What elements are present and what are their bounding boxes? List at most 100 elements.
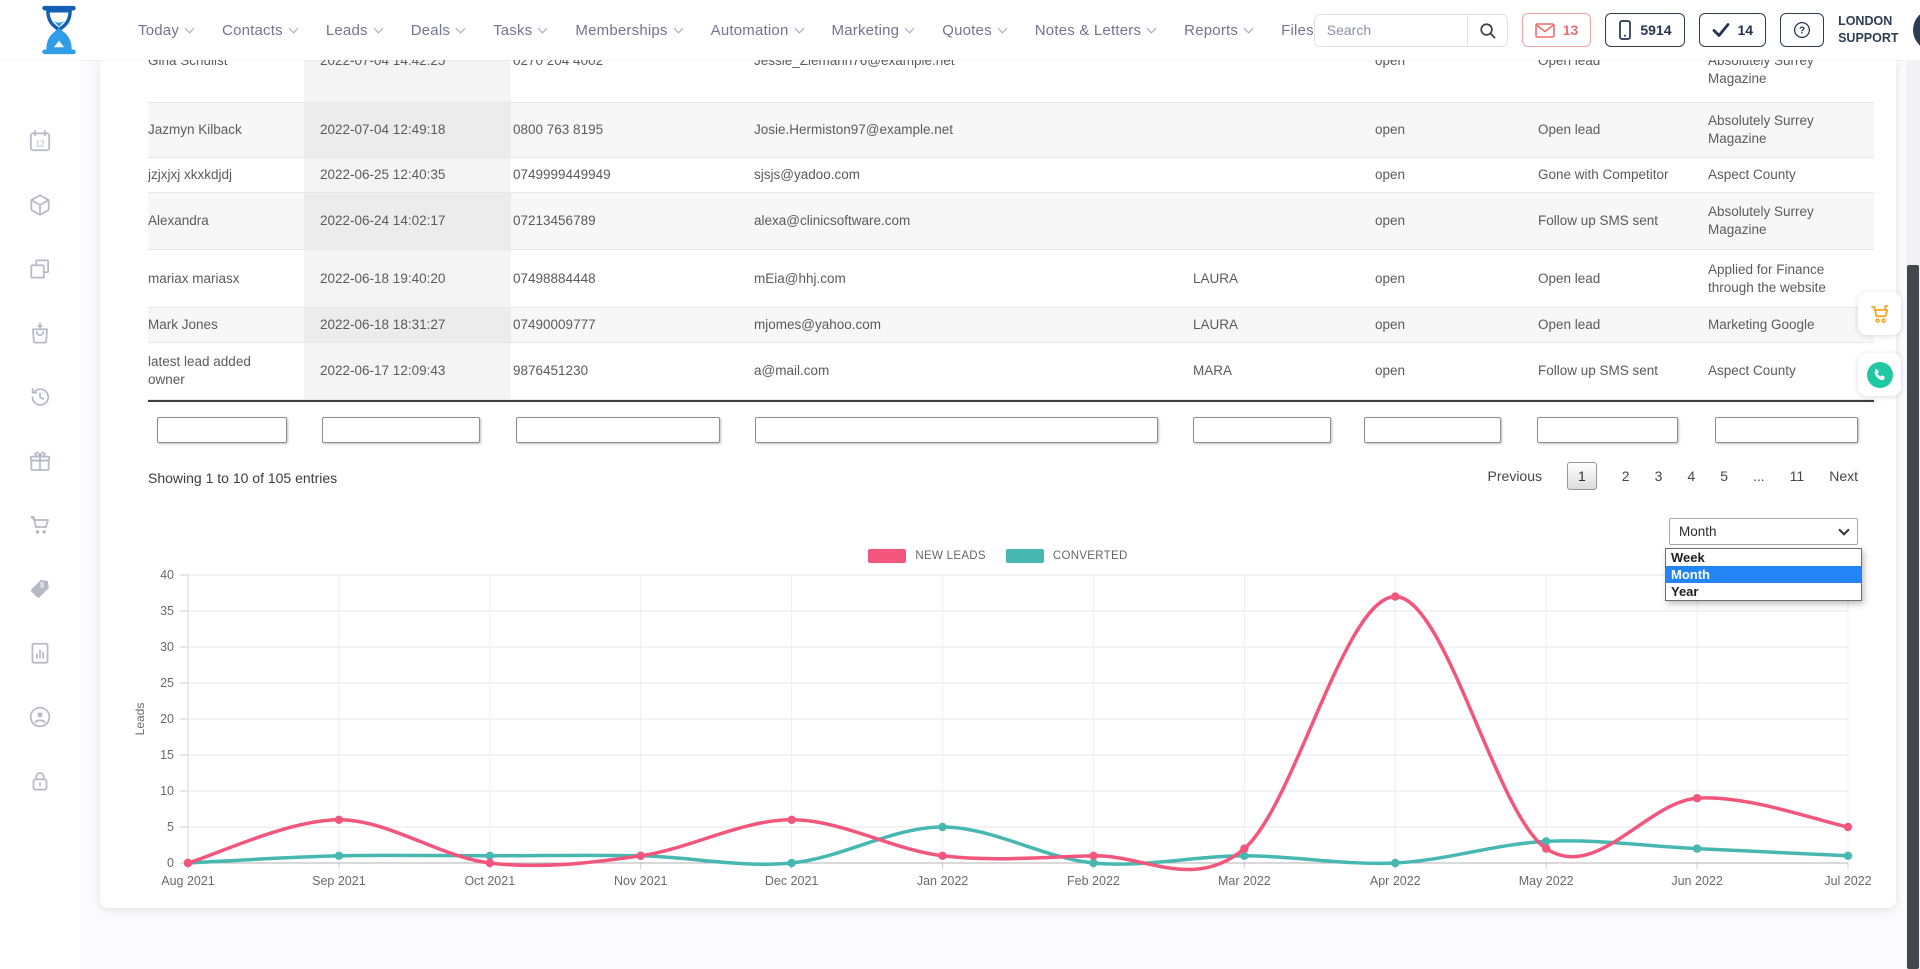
- menu-item-tasks[interactable]: Tasks: [493, 22, 546, 39]
- menu-item-today[interactable]: Today: [138, 22, 193, 39]
- chevron-down-icon: [673, 24, 683, 34]
- table-row[interactable]: latest lead added owner2022-06-17 12:09:…: [148, 343, 1874, 400]
- pagination: Previous 1 2 3 4 5... 11 Next: [1488, 462, 1858, 490]
- dropdown-option-month[interactable]: Month: [1666, 566, 1861, 583]
- messages-badge[interactable]: 13: [1522, 13, 1592, 47]
- account-name: LONDON SUPPORT: [1838, 13, 1898, 47]
- price-tag-icon[interactable]: $: [27, 576, 53, 602]
- pagination-ellipsis[interactable]: ...: [1753, 468, 1765, 484]
- search-button[interactable]: [1467, 15, 1507, 46]
- search-input[interactable]: [1315, 15, 1467, 46]
- avatar[interactable]: [1913, 9, 1920, 51]
- table-row[interactable]: mariax mariasx2022-06-18 19:40:200749888…: [148, 250, 1874, 308]
- legend-item-converted: CONVERTED: [1006, 549, 1128, 563]
- column-filter-input-4[interactable]: [755, 417, 1158, 443]
- svg-text:Sep 2021: Sep 2021: [312, 874, 366, 888]
- menu-item-notes-letters[interactable]: Notes & Letters: [1035, 22, 1155, 39]
- table-cell-name: latest lead added owner: [148, 353, 304, 389]
- tasks-badge[interactable]: 14: [1699, 13, 1767, 47]
- pagination-page-1[interactable]: 1: [1567, 462, 1597, 490]
- pagination-page-2[interactable]: 2: [1622, 468, 1630, 484]
- menu-item-label: Reports: [1184, 22, 1238, 39]
- history-icon[interactable]: [27, 384, 53, 410]
- menu-item-deals[interactable]: Deals: [411, 22, 464, 39]
- chart-period-dropdown: WeekMonthYear: [1665, 548, 1862, 601]
- table-row[interactable]: Gina Schulist2022-07-04 14:42:250270 204…: [148, 60, 1874, 103]
- table-cell-lead_status: Open lead: [1534, 316, 1705, 334]
- lock-icon[interactable]: [27, 768, 53, 794]
- table-row[interactable]: Mark Jones2022-06-18 18:31:2707490009777…: [148, 308, 1874, 343]
- sms-badge[interactable]: 5914: [1605, 13, 1684, 47]
- menu-item-memberships[interactable]: Memberships: [575, 22, 681, 39]
- svg-text:15: 15: [160, 748, 174, 762]
- pagination-page-5[interactable]: 5: [1720, 468, 1728, 484]
- nav-right-cluster: 13 5914 14 ? LONDON SUPPORT: [1314, 9, 1920, 51]
- gift-icon[interactable]: [27, 448, 53, 474]
- menu-item-files[interactable]: Files: [1281, 22, 1314, 39]
- chevron-down-icon: [905, 24, 915, 34]
- chevron-down-icon: [1244, 24, 1254, 34]
- menu-item-marketing[interactable]: Marketing: [832, 22, 914, 39]
- table-cell-email: mjomes@yahoo.com: [751, 316, 1166, 334]
- report-icon[interactable]: [27, 640, 53, 666]
- menu-item-quotes[interactable]: Quotes: [942, 22, 1006, 39]
- main-menu: Today Contacts Leads Deals Tasks Memberships A…: [138, 22, 1314, 39]
- table-cell-created: 2022-06-18 19:40:20: [304, 250, 511, 307]
- table-cell-email: a@mail.com: [751, 362, 1166, 380]
- cart-floating-button[interactable]: [1858, 292, 1901, 335]
- table-row[interactable]: Jazmyn Kilback2022-07-04 12:49:180800 76…: [148, 103, 1874, 158]
- legend-label: NEW LEADS: [915, 550, 985, 562]
- column-filter-input-6[interactable]: [1364, 417, 1501, 443]
- menu-item-label: Marketing: [832, 22, 900, 39]
- dropdown-option-week[interactable]: Week: [1666, 549, 1861, 566]
- menu-item-label: Files: [1281, 22, 1314, 39]
- table-cell-source: Absolutely Surrey Magazine: [1705, 60, 1874, 88]
- shopping-bag-icon[interactable]: [27, 320, 53, 346]
- table-cell-owner: LAURA: [1166, 316, 1341, 334]
- pagination-page-4[interactable]: 4: [1687, 468, 1695, 484]
- svg-text:Jun 2022: Jun 2022: [1671, 874, 1722, 888]
- app-logo-icon[interactable]: [36, 3, 82, 57]
- table-cell-lead_status: Gone with Competitor: [1534, 166, 1705, 184]
- calendar-icon[interactable]: 12: [27, 128, 53, 154]
- svg-text:Nov 2021: Nov 2021: [614, 874, 668, 888]
- table-cell-source: Marketing Google: [1705, 316, 1874, 334]
- table-cell-phone: 07213456789: [511, 212, 751, 230]
- package-icon[interactable]: [27, 192, 53, 218]
- svg-text:Apr 2022: Apr 2022: [1370, 874, 1421, 888]
- table-cell-status: open: [1341, 270, 1534, 288]
- table-cell-lead_status: Open lead: [1534, 121, 1705, 139]
- menu-item-contacts[interactable]: Contacts: [222, 22, 297, 39]
- dropdown-option-year[interactable]: Year: [1666, 583, 1861, 600]
- top-navigation: Today Contacts Leads Deals Tasks Memberships A…: [0, 0, 1920, 60]
- copy-icon[interactable]: [27, 256, 53, 282]
- column-filter-input-5[interactable]: [1193, 417, 1331, 443]
- chart-legend: NEW LEADS CONVERTED: [100, 549, 1896, 563]
- column-filter-input-2[interactable]: [322, 417, 480, 443]
- table-row[interactable]: jzjxjxj xkxkdjdj2022-06-25 12:40:3507499…: [148, 158, 1874, 193]
- account-circle-icon[interactable]: [27, 704, 53, 730]
- menu-item-leads[interactable]: Leads: [326, 22, 382, 39]
- menu-item-reports[interactable]: Reports: [1184, 22, 1252, 39]
- column-filter-input-3[interactable]: [516, 417, 720, 443]
- table-cell-created: 2022-06-25 12:40:35: [304, 158, 511, 192]
- phone-floating-button[interactable]: [1858, 353, 1901, 396]
- help-button[interactable]: ?: [1780, 13, 1824, 47]
- chevron-down-icon: [997, 24, 1007, 34]
- scrollbar-thumb[interactable]: [1907, 265, 1919, 969]
- table-row[interactable]: Alexandra2022-06-24 14:02:1707213456789a…: [148, 193, 1874, 250]
- table-cell-phone: 0270 204 4002: [511, 60, 751, 70]
- pagination-page-11[interactable]: 11: [1790, 468, 1805, 484]
- column-filter-input-7[interactable]: [1537, 417, 1678, 443]
- svg-text:30: 30: [160, 640, 174, 654]
- column-filter-input-8[interactable]: [1715, 417, 1858, 443]
- menu-item-automation[interactable]: Automation: [711, 22, 803, 39]
- pagination-previous[interactable]: Previous: [1488, 468, 1542, 484]
- table-cell-created: 2022-07-04 14:42:25: [304, 60, 511, 102]
- table-cell-lead_status: Open lead: [1534, 60, 1705, 70]
- cart-icon[interactable]: [27, 512, 53, 538]
- sms-count: 5914: [1640, 22, 1671, 38]
- pagination-page-3[interactable]: 3: [1655, 468, 1663, 484]
- column-filter-input-1[interactable]: [157, 417, 287, 443]
- pagination-next[interactable]: Next: [1829, 468, 1858, 484]
